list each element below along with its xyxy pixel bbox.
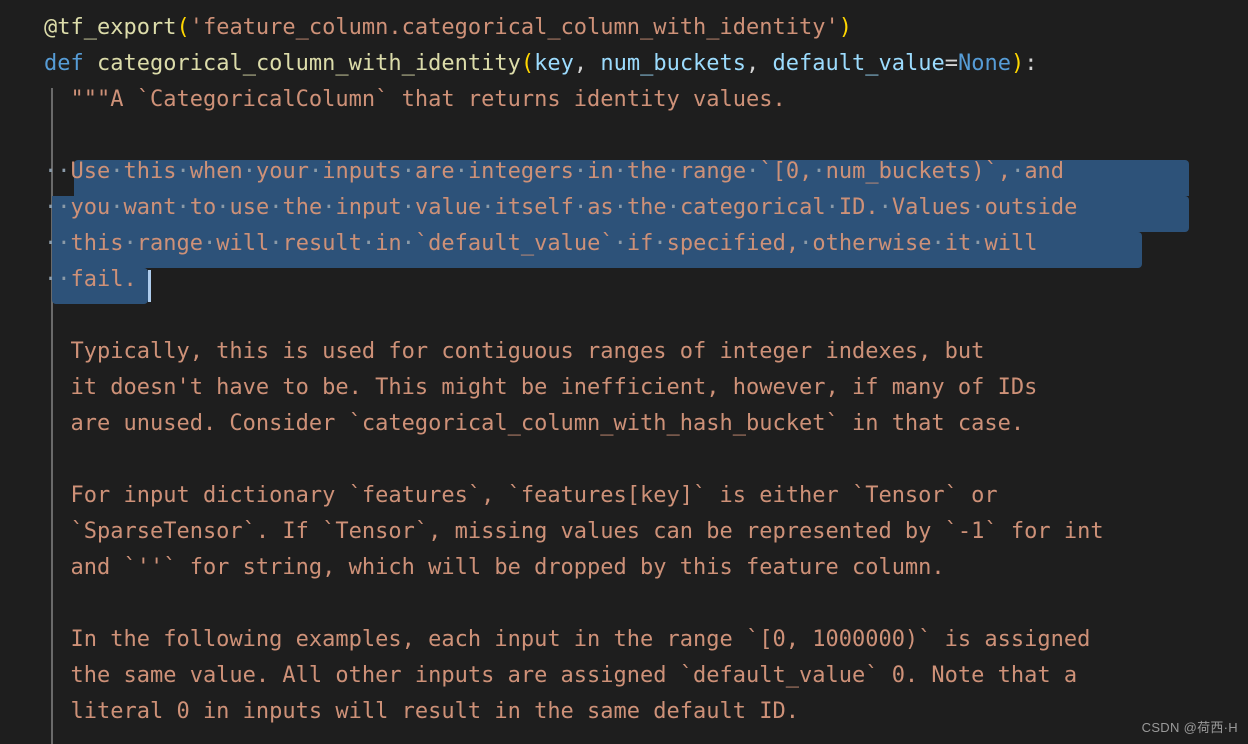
def-keyword: def [44, 51, 84, 76]
selected-text-1: ··Use·this·when·your·inputs·are·integers… [44, 159, 1065, 184]
text-caret [148, 270, 151, 302]
def-close-paren: ) [1010, 51, 1025, 76]
decorator-open-paren: ( [176, 15, 190, 40]
decorator-close-paren: ) [838, 15, 852, 40]
param-default-value: default_value [772, 51, 945, 76]
param-default-none: None [957, 51, 1011, 76]
selected-text-2: ··you·want·to·use·the·input·value·itself… [44, 195, 1078, 220]
code-line-para2-3[interactable]: are unused. Consider `categorical_column… [0, 406, 1248, 442]
function-name: categorical_column_with_identity [97, 51, 521, 76]
selected-text-4: ··fail. [44, 267, 137, 292]
code-line-para4-3[interactable]: literal 0 in inputs will result in the s… [0, 694, 1248, 730]
code-line-selected-3[interactable]: ··this·range·will·result·in·`default_val… [0, 226, 1248, 262]
code-line-para3-2[interactable]: `SparseTensor`. If `Tensor`, missing val… [0, 514, 1248, 550]
code-line-para2-2[interactable]: it doesn't have to be. This might be ine… [0, 370, 1248, 406]
code-line-blank-2[interactable] [0, 298, 1248, 334]
code-line-blank-1[interactable] [0, 118, 1248, 154]
decorator-name: @tf_export [44, 15, 177, 40]
code-line-selected-2[interactable]: ··you·want·to·use·the·input·value·itself… [0, 190, 1248, 226]
code-line-docstring-open[interactable]: """A `CategoricalColumn` that returns id… [0, 82, 1248, 118]
code-line-selected-1[interactable]: ··Use·this·when·your·inputs·are·integers… [0, 154, 1248, 190]
selected-text-3: ··this·range·will·result·in·`default_val… [44, 231, 1038, 256]
param-equals: = [944, 51, 958, 76]
code-line-para4-2[interactable]: the same value. All other inputs are ass… [0, 658, 1248, 694]
code-line-para4-1[interactable]: In the following examples, each input in… [0, 622, 1248, 658]
decorator-string-arg: 'feature_column.categorical_column_with_… [189, 15, 839, 40]
code-line-selected-4[interactable]: ··fail. [0, 262, 1248, 298]
code-editor[interactable]: @tf_export('feature_column.categorical_c… [0, 0, 1248, 744]
code-line-blank-4[interactable] [0, 586, 1248, 622]
param-comma-2: , [746, 51, 773, 76]
param-comma-1: , [573, 51, 601, 76]
code-line-para3-3[interactable]: and `''` for string, which will be dropp… [0, 550, 1248, 586]
code-line-decorator[interactable]: @tf_export('feature_column.categorical_c… [0, 10, 1248, 46]
code-content: @tf_export('feature_column.categorical_c… [0, 0, 1248, 730]
param-key: key [534, 51, 574, 76]
param-num-buckets: num_buckets [600, 51, 747, 76]
code-line-def[interactable]: def categorical_column_with_identity(key… [0, 46, 1248, 82]
csdn-watermark: CSDN @荷西·H [1141, 720, 1238, 735]
code-line-para3-1[interactable]: For input dictionary `features`, `featur… [0, 478, 1248, 514]
code-line-blank-3[interactable] [0, 442, 1248, 478]
def-space [84, 51, 97, 76]
def-open-paren: ( [520, 51, 535, 76]
code-line-para2-1[interactable]: Typically, this is used for contiguous r… [0, 334, 1248, 370]
def-colon: : [1024, 51, 1038, 76]
